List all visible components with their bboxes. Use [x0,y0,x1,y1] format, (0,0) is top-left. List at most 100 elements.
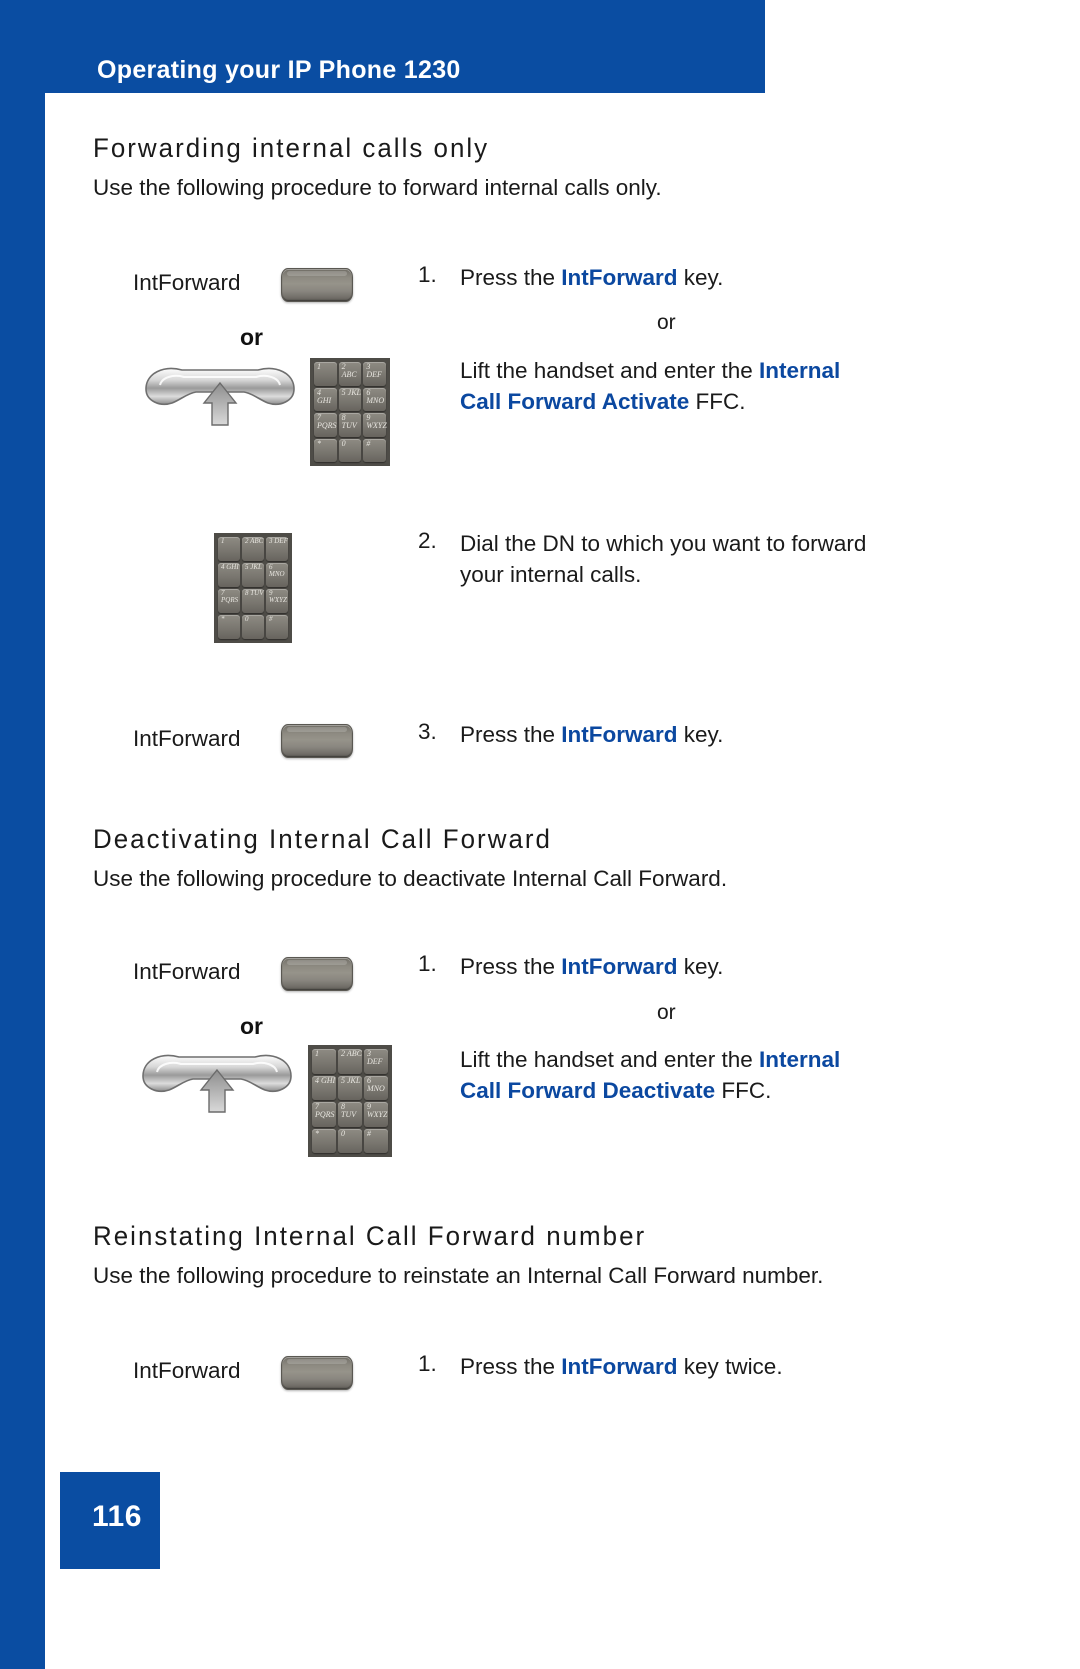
dialpad-key-label: 8 TUV [341,1102,357,1119]
step-text-highlight: IntForward [561,265,678,290]
dialpad-key-label: 9 WXYZ [367,1102,388,1119]
dialpad-key[interactable]: 9 WXYZ [364,1102,388,1127]
dialpad-key[interactable]: 9 WXYZ [363,413,387,437]
dialpad-key[interactable]: 7 PQRS [218,589,240,613]
dialpad-key-label: 5 JKL [341,1075,361,1085]
section-heading-reinstating-internal-call-forward-number: Reinstating Internal Call Forward number [93,1221,647,1251]
step-number-3-1: 1. [418,1351,437,1376]
section-intro-forwarding-internal-calls: Use the following procedure to forward i… [93,175,662,200]
dialpad-key-label: 2 ABC [245,537,264,545]
step-number-1-1: 1. [418,262,437,287]
dialpad-key-label: 2 ABC [341,362,357,379]
page-number: 116 [92,1500,142,1533]
dialpad-key[interactable]: 6 MNO [364,1075,388,1100]
intforward-softkey-icon[interactable] [281,1356,353,1390]
intforward-softkey-icon[interactable] [281,724,353,758]
dialpad-key[interactable]: 3 DEF [266,537,288,561]
dialpad-key[interactable]: 1 [314,362,337,386]
or-label-left-2: or [240,1013,263,1039]
dialpad-key[interactable]: 0 [242,615,264,639]
step-number-1-3: 3. [418,719,437,744]
step-text-2-1: Press the IntForward key. [460,951,940,982]
section-intro-deactivating-internal-call-forward: Use the following procedure to deactivat… [93,866,728,891]
step-alt-suffix: FFC. [715,1078,772,1103]
dialpad-key-label: * [315,1128,319,1138]
dialpad-key[interactable]: 5 JKL [242,563,264,587]
dialpad-key[interactable]: 7 PQRS [314,413,337,437]
dialpad-icon-3[interactable]: 1 2 ABC 3 DEF 4 GHI 5 JKL 6 MNO 7 PQRS 8… [308,1045,392,1157]
dialpad-key-label: 0 [341,438,346,448]
step-alt-text-2-1: Lift the handset and enter the Internal C… [460,1044,930,1106]
intforward-softkey-icon[interactable] [281,268,353,302]
dialpad-key[interactable]: 8 TUV [242,589,264,613]
dialpad-key-label: 6 MNO [366,387,385,405]
dialpad-key[interactable]: 9 WXYZ [266,589,288,613]
dialpad-key[interactable]: 8 TUV [338,413,362,437]
or-label-right-2: or [657,1001,676,1024]
dialpad-key[interactable]: 5 JKL [338,1075,362,1100]
step-text-suffix: key. [677,954,724,979]
dialpad-key[interactable]: 6 MNO [266,563,288,587]
or-label-right-1: or [657,311,676,334]
dialpad-key[interactable]: 8 TUV [338,1102,362,1127]
dialpad-key-label: 5 JKL [341,387,361,397]
dialpad-key-label: 6 MNO [269,563,285,578]
dialpad-key[interactable]: 4 GHI [218,563,240,587]
step-text-suffix: key twice. [677,1354,783,1379]
key-label-intforward-1: IntForward [133,270,241,295]
dialpad-key[interactable]: 1 [312,1049,336,1074]
dialpad-key[interactable]: 3 DEF [364,1049,388,1074]
dialpad-key[interactable]: # [364,1128,388,1153]
dialpad-key[interactable]: 0 [338,1128,362,1153]
dialpad-key[interactable]: 2 ABC [338,1049,362,1074]
dialpad-key[interactable]: * [314,438,337,462]
dialpad-key[interactable]: 2 ABC [338,362,362,386]
dialpad-key-label: 2 ABC [341,1049,362,1058]
section-intro-reinstating-internal-call-forward-number: Use the following procedure to reinstate… [93,1263,824,1288]
step-alt-suffix: FFC. [689,389,746,414]
step-text-prefix: Press the [460,1354,562,1379]
step-text-line1: Dial the DN to which you want to forward [460,531,867,556]
dialpad-key-label: 4 GHI [317,387,332,405]
page-spine-bar [0,0,45,1669]
dialpad-key[interactable]: 2 ABC [242,537,264,561]
dialpad-icon-2[interactable]: 1 2 ABC 3 DEF 4 GHI 5 JKL 6 MNO 7 PQRS 8… [214,533,292,643]
step-text-suffix: key. [677,722,724,747]
dialpad-key-label: # [367,1128,371,1138]
dialpad-key[interactable]: 0 [338,438,362,462]
dialpad-key-label: 7 PQRS [315,1102,335,1119]
dialpad-icon-1[interactable]: 1 2 ABC 3 DEF 4 GHI 5 JKL 6 MNO 7 PQRS 8… [310,358,390,466]
section-heading-forwarding-internal-calls: Forwarding internal calls only [93,133,490,163]
key-label-intforward-2: IntForward [133,726,241,751]
dialpad-key[interactable]: * [312,1128,336,1153]
dialpad-key[interactable]: 3 DEF [363,362,386,386]
dialpad-key[interactable]: 7 PQRS [312,1102,336,1127]
dialpad-key-label: # [269,615,273,623]
step-alt-prefix: Lift the handset and enter the [460,358,759,383]
dialpad-key[interactable]: 6 MNO [363,387,386,411]
dialpad-key-label: 7 PQRS [221,589,239,604]
step-text-3-1: Press the IntForward key twice. [460,1351,940,1382]
step-alt-highlight-line1: Internal [758,358,841,383]
handset-lift-icon [142,1054,292,1113]
dialpad-key[interactable]: # [266,615,288,639]
step-text-highlight: IntForward [561,954,678,979]
page-header-title: Operating your IP Phone 1230 [97,56,461,84]
intforward-softkey-icon[interactable] [281,957,353,991]
step-alt-highlight-line2: Call Forward Deactivate [460,1078,716,1103]
step-alt-prefix: Lift the handset and enter the [460,1047,759,1072]
step-number-2-1: 1. [418,951,437,976]
dialpad-key[interactable]: 4 GHI [312,1075,336,1100]
step-alt-highlight-line1: Internal [758,1047,841,1072]
step-text-suffix: key. [677,265,724,290]
dialpad-key-label: 1 [317,362,321,371]
dialpad-key[interactable]: * [218,615,240,639]
dialpad-key-label: 9 WXYZ [366,413,387,430]
dialpad-key[interactable]: 5 JKL [338,387,362,411]
dialpad-key[interactable]: 1 [218,537,240,561]
step-text-1-3: Press the IntForward key. [460,719,940,750]
step-text-1-1: Press the IntForward key. [460,262,940,293]
dialpad-key-label: 0 [245,615,249,623]
dialpad-key[interactable]: 4 GHI [314,387,337,411]
dialpad-key[interactable]: # [363,438,386,462]
